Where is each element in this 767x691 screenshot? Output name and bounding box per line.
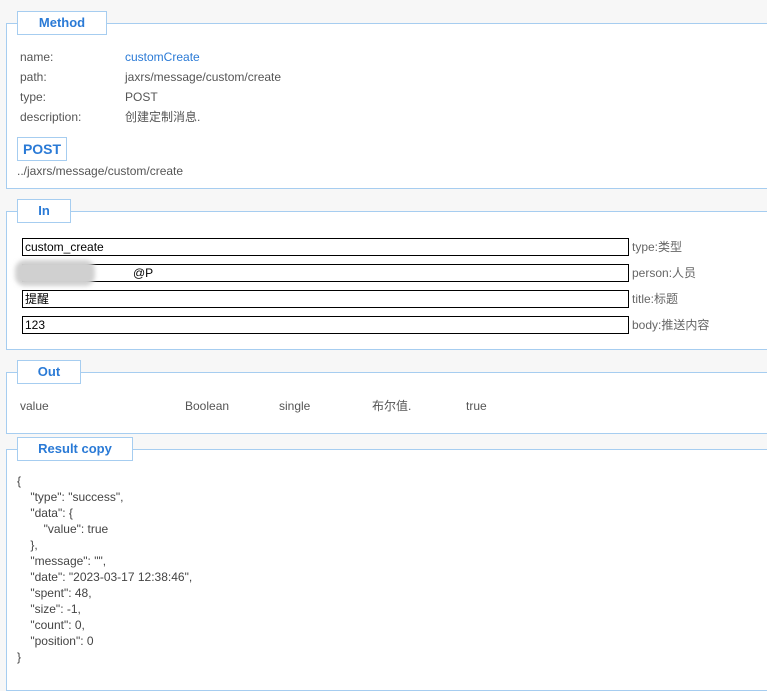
- title-input[interactable]: 提醒: [22, 290, 629, 308]
- method-legend: Method: [17, 11, 107, 35]
- title-label: title:标题: [632, 292, 679, 306]
- result-json: { "type": "success", "data": { "value": …: [17, 474, 193, 664]
- in-legend: In: [17, 199, 71, 223]
- result-legend: Result copy: [17, 437, 133, 461]
- out-row: value Boolean single 布尔值. true: [20, 396, 620, 416]
- out-desc: 布尔值.: [372, 399, 412, 413]
- out-name: value: [20, 399, 49, 413]
- out-panel: Out value Boolean single 布尔值. true: [6, 360, 767, 434]
- in-panel: In custom_create type:类型 @P person:人员 提醒…: [6, 199, 767, 350]
- out-mode: single: [279, 399, 311, 413]
- out-legend: Out: [17, 360, 81, 384]
- key: description:: [20, 110, 82, 124]
- type-label: type:类型: [632, 240, 683, 254]
- redacted-blur: [15, 260, 95, 286]
- out-value: true: [466, 399, 487, 413]
- body-label: body:推送内容: [632, 318, 710, 332]
- value: 创建定制消息.: [125, 110, 201, 124]
- method-panel: Method name: customCreate path: jaxrs/mess…: [6, 11, 767, 189]
- type-input[interactable]: custom_create: [22, 238, 629, 256]
- key: type:: [20, 90, 47, 104]
- out-type: Boolean: [185, 399, 230, 413]
- value: jaxrs/message/custom/create: [125, 70, 282, 84]
- key: path:: [20, 70, 47, 84]
- body-input[interactable]: 123: [22, 316, 629, 334]
- value: POST: [125, 90, 158, 104]
- person-label: person:人员: [632, 266, 697, 280]
- method-url: ../jaxrs/message/custom/create: [17, 164, 184, 178]
- post-button[interactable]: POST: [17, 137, 67, 161]
- key: name:: [20, 50, 54, 64]
- result-panel: Result copy { "type": "success", "data":…: [6, 437, 767, 691]
- method-name-value: customCreate: [125, 50, 200, 64]
- person-input[interactable]: @P: [22, 264, 629, 282]
